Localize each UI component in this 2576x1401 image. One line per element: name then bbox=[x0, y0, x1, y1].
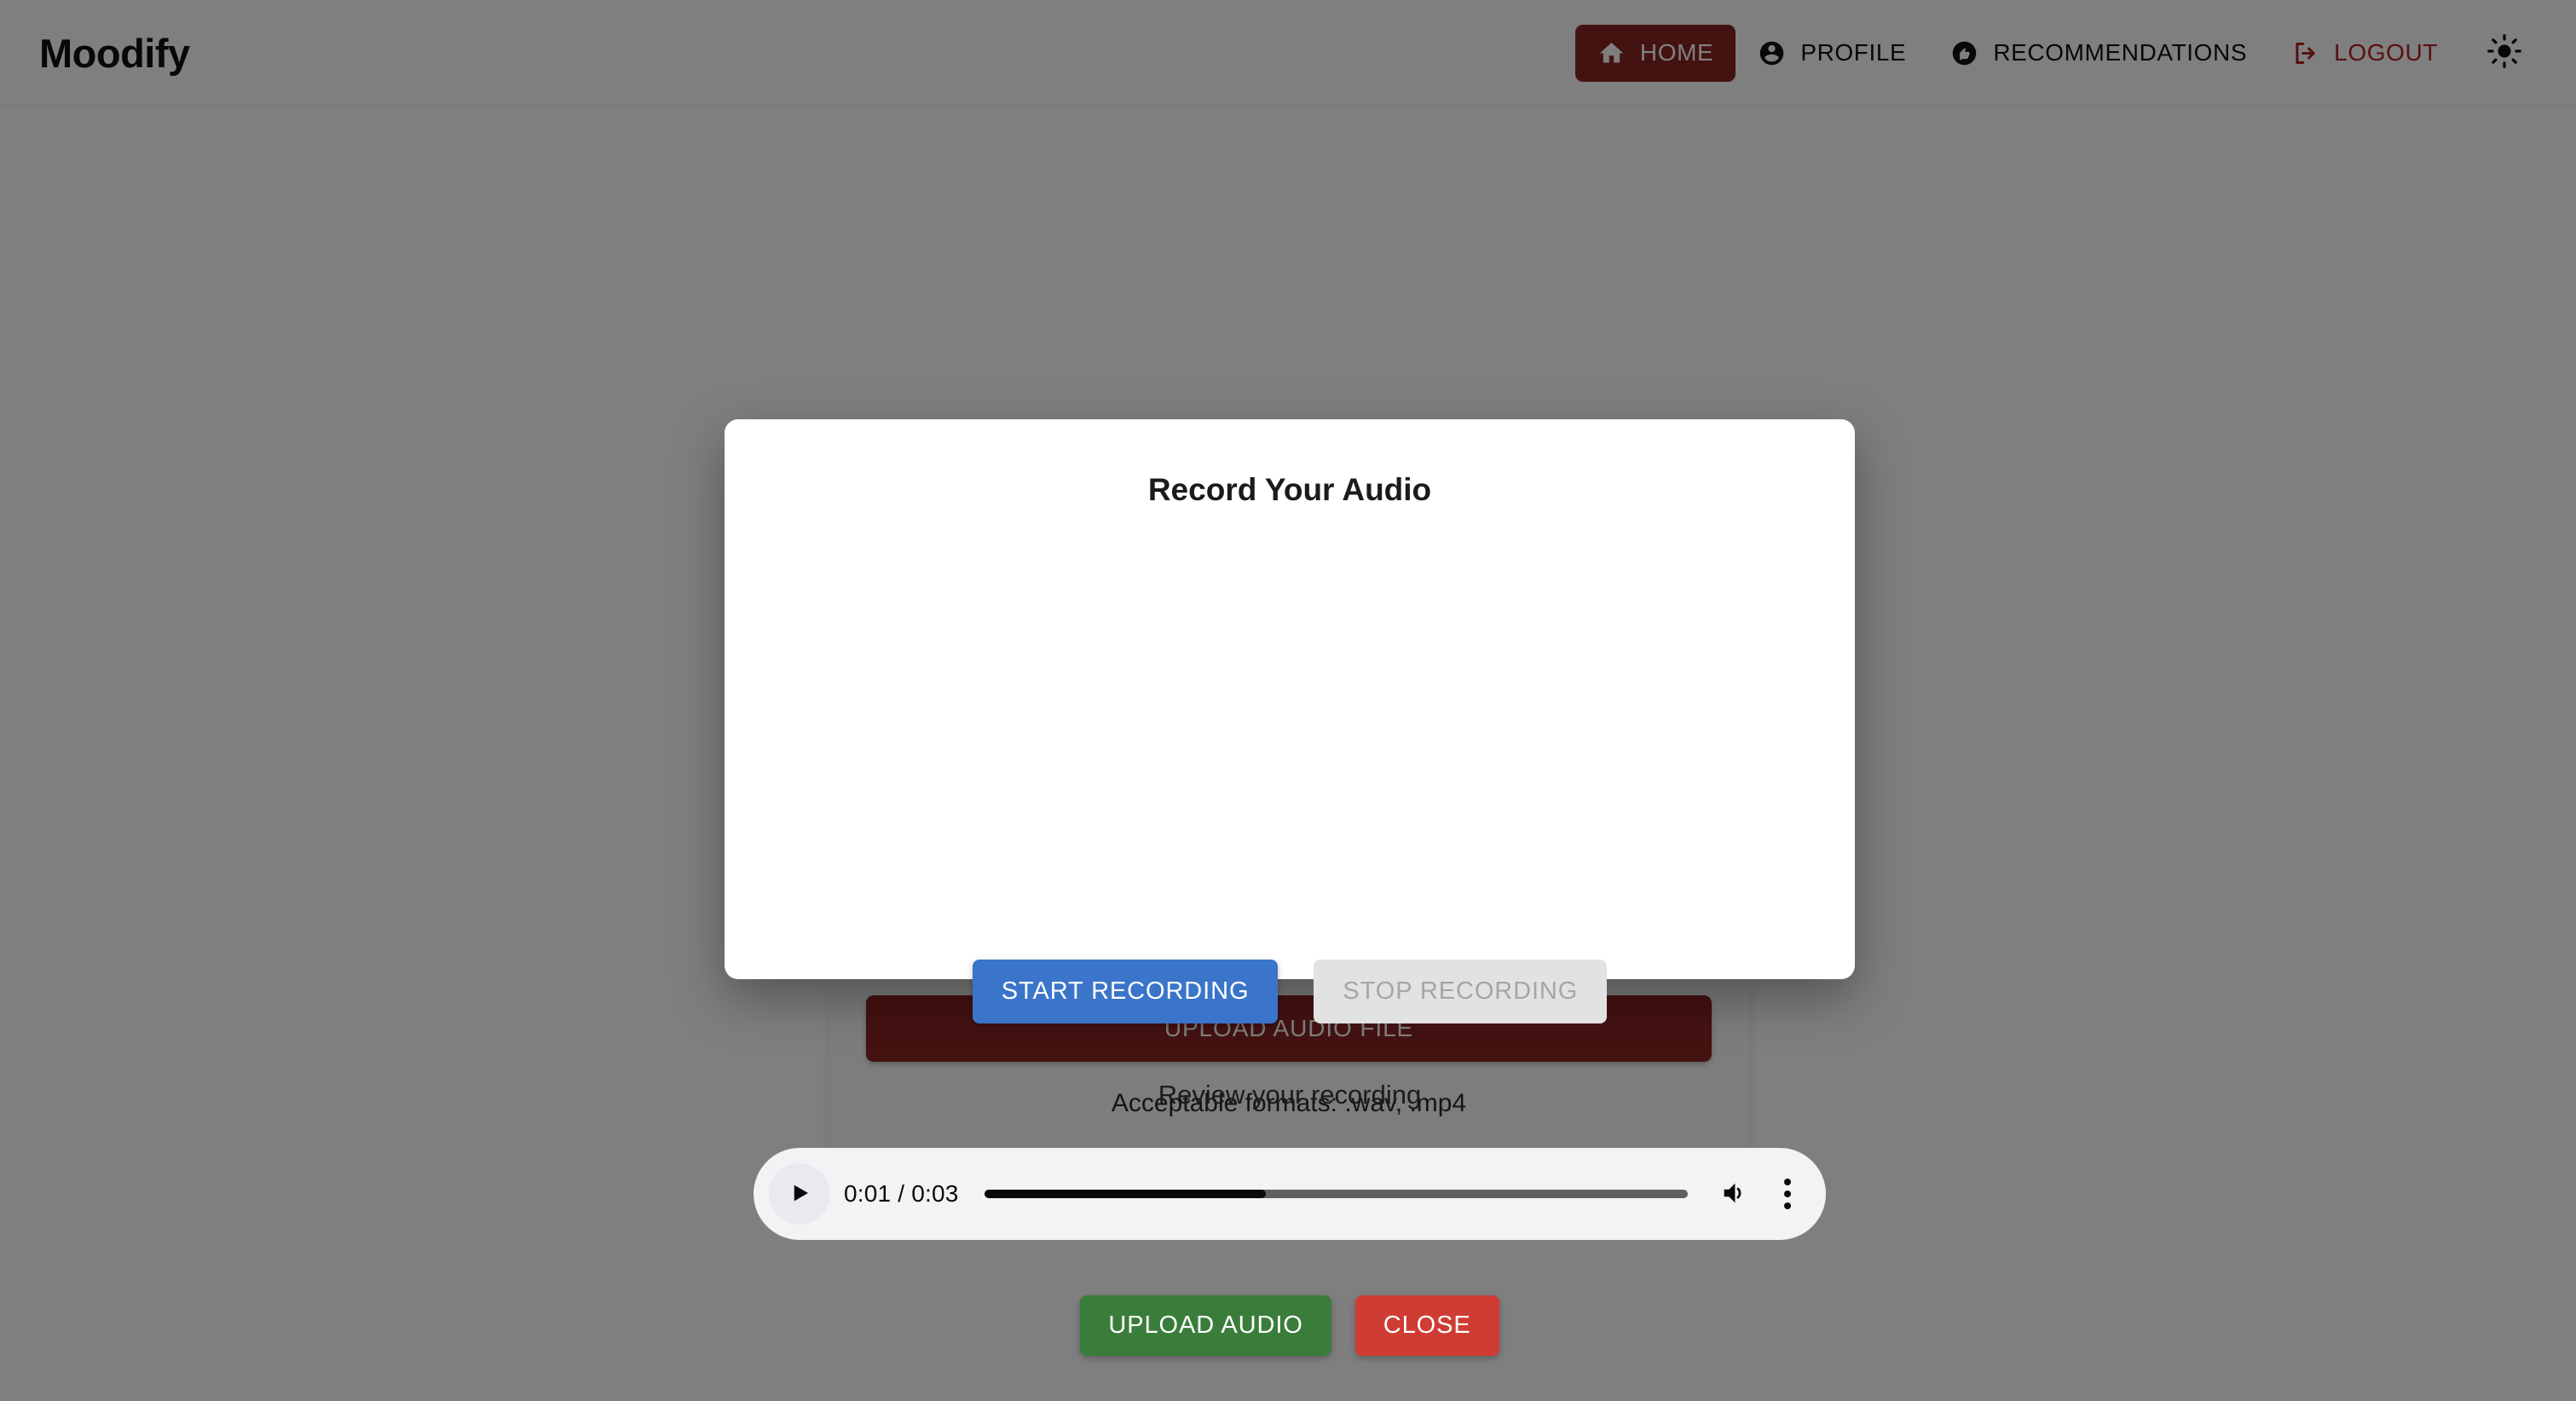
audio-progress-bar[interactable] bbox=[984, 1190, 1688, 1198]
recording-button-row: START RECORDING STOP RECORDING bbox=[725, 960, 1855, 1023]
modal-title: Record Your Audio bbox=[1147, 472, 1432, 507]
record-audio-modal: Record Your Audio START RECORDING STOP R… bbox=[725, 419, 1855, 1356]
play-button[interactable] bbox=[769, 1163, 830, 1225]
stop-recording-button: STOP RECORDING bbox=[1314, 960, 1608, 1023]
audio-time-display: 0:01 / 0:03 bbox=[844, 1180, 959, 1207]
audio-progress-fill bbox=[984, 1190, 1266, 1198]
audio-player: 0:01 / 0:03 bbox=[754, 1148, 1826, 1240]
volume-up-icon bbox=[1719, 1179, 1748, 1210]
more-vertical-icon bbox=[1784, 1179, 1791, 1209]
modal-action-row: UPLOAD AUDIO CLOSE bbox=[725, 1295, 1855, 1356]
volume-button[interactable] bbox=[1713, 1173, 1754, 1214]
review-recording-label: Review your recording bbox=[1158, 1080, 1422, 1110]
start-recording-button[interactable]: START RECORDING bbox=[972, 960, 1279, 1023]
play-icon bbox=[787, 1180, 812, 1208]
upload-audio-button[interactable]: UPLOAD AUDIO bbox=[1080, 1295, 1331, 1356]
audio-more-options-button[interactable] bbox=[1775, 1173, 1800, 1214]
close-modal-button[interactable]: CLOSE bbox=[1354, 1295, 1499, 1356]
